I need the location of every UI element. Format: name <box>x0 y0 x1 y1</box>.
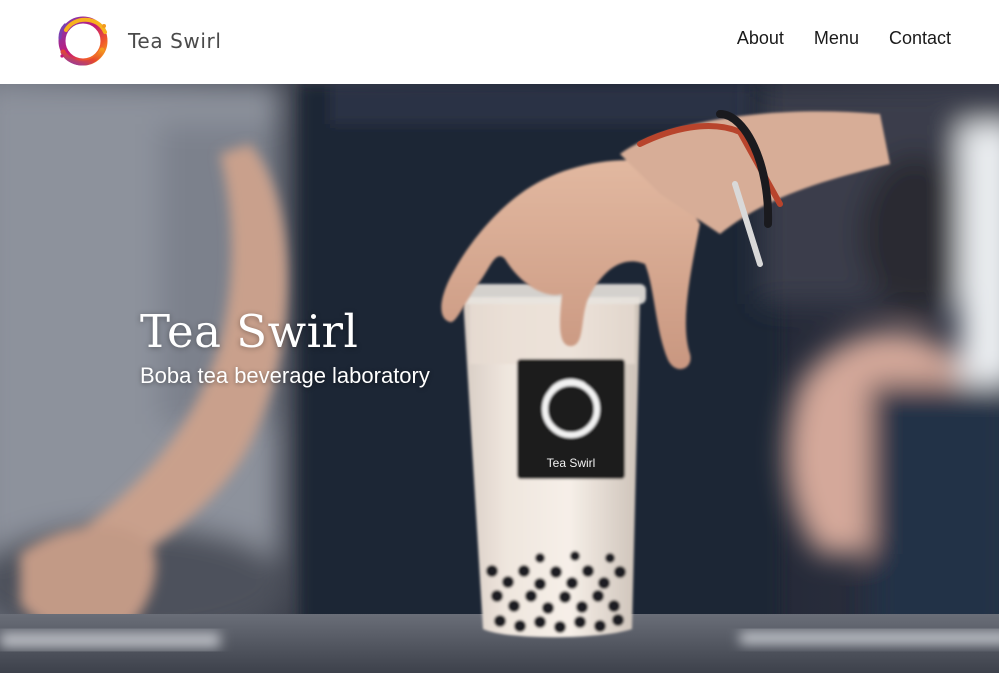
nav-link-contact[interactable]: Contact <box>889 28 951 49</box>
cup-label-text: Tea Swirl <box>547 456 596 470</box>
site-header: Tea Swirl About Menu Contact <box>0 0 999 84</box>
hero-subtitle: Boba tea beverage laboratory <box>140 363 430 388</box>
hero-section: Tea Swirl Tea Swirl Boba tea beverage la… <box>0 84 999 673</box>
swirl-circle-logo-icon <box>58 16 108 66</box>
hero-text-block: Tea Swirl Boba tea beverage laboratory <box>140 306 430 390</box>
brand-name: Tea Swirl <box>128 29 222 53</box>
nav-link-about[interactable]: About <box>737 28 784 49</box>
hero-title: Tea Swirl <box>140 305 359 358</box>
main-nav: About Menu Contact <box>737 28 951 49</box>
nav-link-menu[interactable]: Menu <box>814 28 859 49</box>
brand-link[interactable]: Tea Swirl <box>52 12 222 70</box>
